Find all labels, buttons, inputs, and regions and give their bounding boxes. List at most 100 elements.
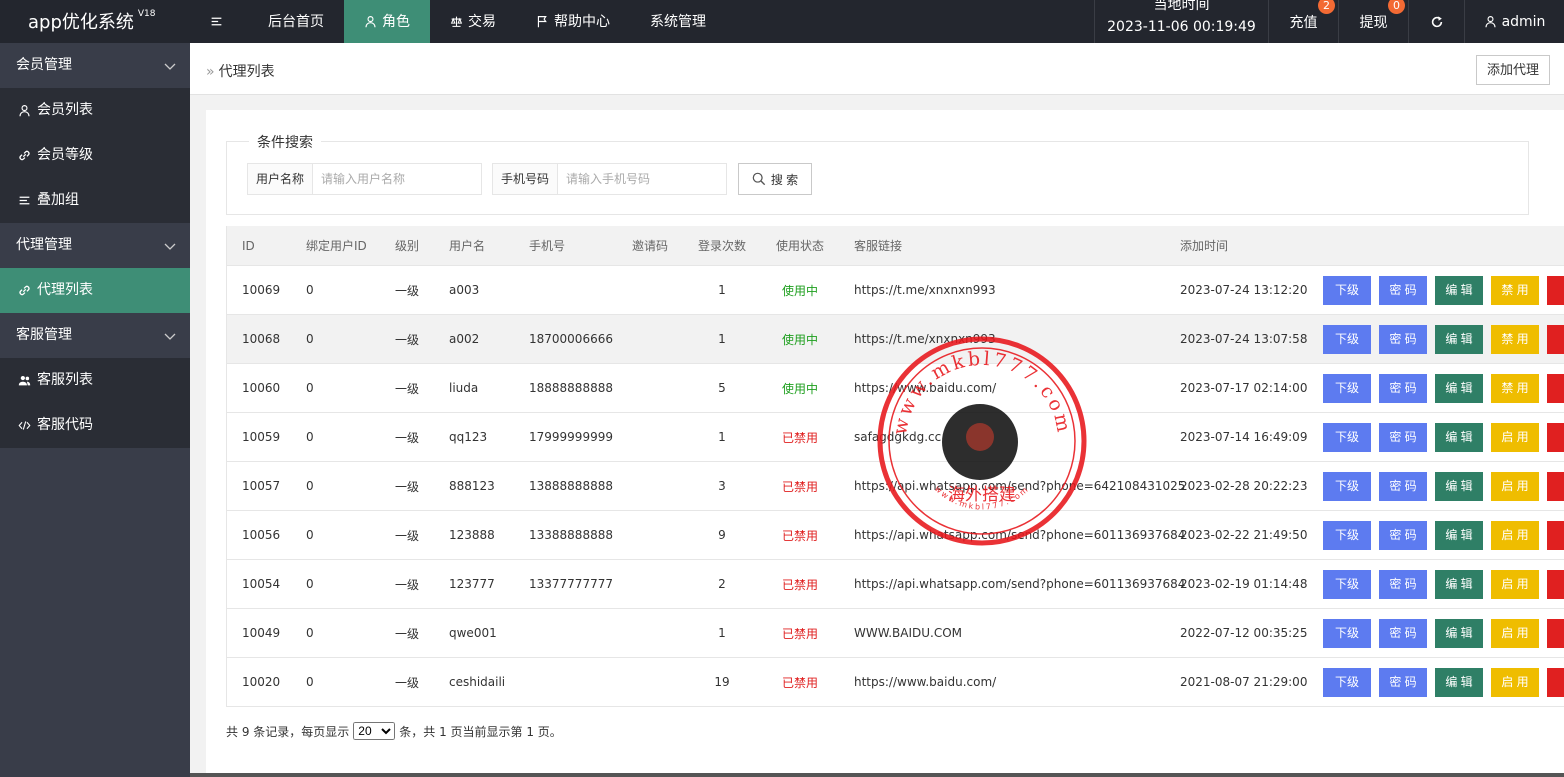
withdraw-button[interactable]: 提现 0 [1338,0,1408,43]
subordinates-button[interactable]: 下级 [1323,521,1371,550]
subordinates-button[interactable]: 下级 [1323,668,1371,697]
table-cell-user: 123888 [449,528,495,542]
subordinates-button[interactable]: 下级 [1323,423,1371,452]
phone-input[interactable] [558,164,726,194]
sidebar-group-6[interactable]: 客服管理 [0,313,190,358]
breadcrumb-current: 代理列表 [218,64,275,80]
delete-button[interactable] [1547,521,1564,550]
edit-button[interactable]: 编 辑 [1435,668,1483,697]
toggle-status-button[interactable]: 启 用 [1491,570,1539,599]
password-button[interactable]: 密 码 [1379,668,1427,697]
edit-button[interactable]: 编 辑 [1435,472,1483,501]
table-cell-time: 2023-07-24 13:12:20 [1180,283,1308,297]
toggle-status-button[interactable]: 启 用 [1491,521,1539,550]
bottom-scrollbar[interactable] [190,773,1564,777]
app-logo[interactable]: app优化系统 V18 [0,0,190,43]
table-cell-user: qwe001 [449,626,497,640]
row-actions: 下级密 码编 辑启 用 [1323,619,1564,648]
sidebar-item-2[interactable]: 会员等级 [0,133,190,178]
row-actions: 下级密 码编 辑启 用 [1323,570,1564,599]
search-button[interactable]: 搜 索 [738,163,812,195]
delete-button[interactable] [1547,668,1564,697]
toggle-status-button[interactable]: 启 用 [1491,423,1539,452]
refresh-button[interactable] [1408,0,1464,43]
breadcrumb: » 代理列表 [206,61,275,81]
edit-button[interactable]: 编 辑 [1435,619,1483,648]
scale-icon [450,15,463,28]
table-header-cell: 级别 [395,239,420,253]
password-button[interactable]: 密 码 [1379,619,1427,648]
recharge-badge: 2 [1318,0,1335,14]
toggle-status-button[interactable]: 禁 用 [1491,325,1539,354]
password-button[interactable]: 密 码 [1379,472,1427,501]
sidebar-item-1[interactable]: 会员列表 [0,88,190,133]
table-cell-time: 2023-02-22 21:49:50 [1180,528,1308,542]
toggle-status-button[interactable]: 禁 用 [1491,276,1539,305]
edit-button[interactable]: 编 辑 [1435,570,1483,599]
edit-button[interactable]: 编 辑 [1435,423,1483,452]
toggle-status-button[interactable]: 禁 用 [1491,374,1539,403]
top-nav-item-3[interactable]: 交易 [430,0,516,43]
table-cell-user: a003 [449,283,480,297]
table-header-cell: 用户名 [449,239,486,253]
edit-button[interactable]: 编 辑 [1435,276,1483,305]
password-button[interactable]: 密 码 [1379,325,1427,354]
username-input[interactable] [313,164,481,194]
table-cell-login: 1 [718,430,726,444]
sidebar-item-5[interactable]: 代理列表 [0,268,190,313]
top-nav-item-4[interactable]: 帮助中心 [516,0,630,43]
delete-button[interactable] [1547,619,1564,648]
edit-button[interactable]: 编 辑 [1435,325,1483,354]
sidebar-item-7[interactable]: 客服列表 [0,358,190,403]
table-cell-status: 使用中 [781,283,818,298]
subordinates-button[interactable]: 下级 [1323,374,1371,403]
edit-button[interactable]: 编 辑 [1435,521,1483,550]
link-icon [18,284,31,297]
table-cell-bind: 0 [306,479,314,493]
table-cell-id: 10049 [242,626,281,640]
delete-button[interactable] [1547,472,1564,501]
table-cell-bind: 0 [306,283,314,297]
edit-button[interactable]: 编 辑 [1435,374,1483,403]
password-button[interactable]: 密 码 [1379,276,1427,305]
subordinates-button[interactable]: 下级 [1323,570,1371,599]
top-nav-label: 系统管理 [650,13,706,30]
delete-button[interactable] [1547,276,1564,305]
table-cell-phone: 13388888888 [529,528,613,542]
table-cell-time: 2023-07-24 13:07:58 [1180,332,1308,346]
table-cell-user: qq123 [449,430,488,444]
page-size-select[interactable]: 20 [353,722,396,740]
sidebar-group-0[interactable]: 会员管理 [0,43,190,88]
toggle-status-button[interactable]: 启 用 [1491,472,1539,501]
subordinates-button[interactable]: 下级 [1323,619,1371,648]
top-nav-item-5[interactable]: 系统管理 [630,0,726,43]
password-button[interactable]: 密 码 [1379,570,1427,599]
table-cell-id: 10059 [242,430,281,444]
top-nav-item-1[interactable]: 后台首页 [248,0,344,43]
subordinates-button[interactable]: 下级 [1323,276,1371,305]
add-agent-button[interactable]: 添加代理 [1475,55,1550,85]
delete-button[interactable] [1547,325,1564,354]
subordinates-button[interactable]: 下级 [1323,472,1371,501]
toggle-status-button[interactable]: 启 用 [1491,619,1539,648]
app-title: app优化系统 [28,12,134,33]
admin-menu[interactable]: admin [1464,0,1564,43]
recharge-button[interactable]: 充值 2 [1268,0,1338,43]
delete-button[interactable] [1547,374,1564,403]
top-nav-item-0[interactable] [190,0,248,43]
table-row: 10049 0 一级 qwe001 1 已禁用 WWW.BAIDU.COM 2022-07-1… [226,609,1564,658]
password-button[interactable]: 密 码 [1379,423,1427,452]
top-nav-item-2[interactable]: 角色 [344,0,430,43]
password-button[interactable]: 密 码 [1379,374,1427,403]
password-button[interactable]: 密 码 [1379,521,1427,550]
sidebar-item-3[interactable]: 叠加组 [0,178,190,223]
delete-button[interactable] [1547,570,1564,599]
toggle-status-button[interactable]: 启 用 [1491,668,1539,697]
delete-button[interactable] [1547,423,1564,452]
sidebar-group-4[interactable]: 代理管理 [0,223,190,268]
app-version: V18 [137,9,156,19]
sidebar-item-8[interactable]: 客服代码 [0,403,190,448]
phone-field: 手机号码 [492,163,727,195]
subordinates-button[interactable]: 下级 [1323,325,1371,354]
table-header-cell: 手机号 [529,239,566,253]
